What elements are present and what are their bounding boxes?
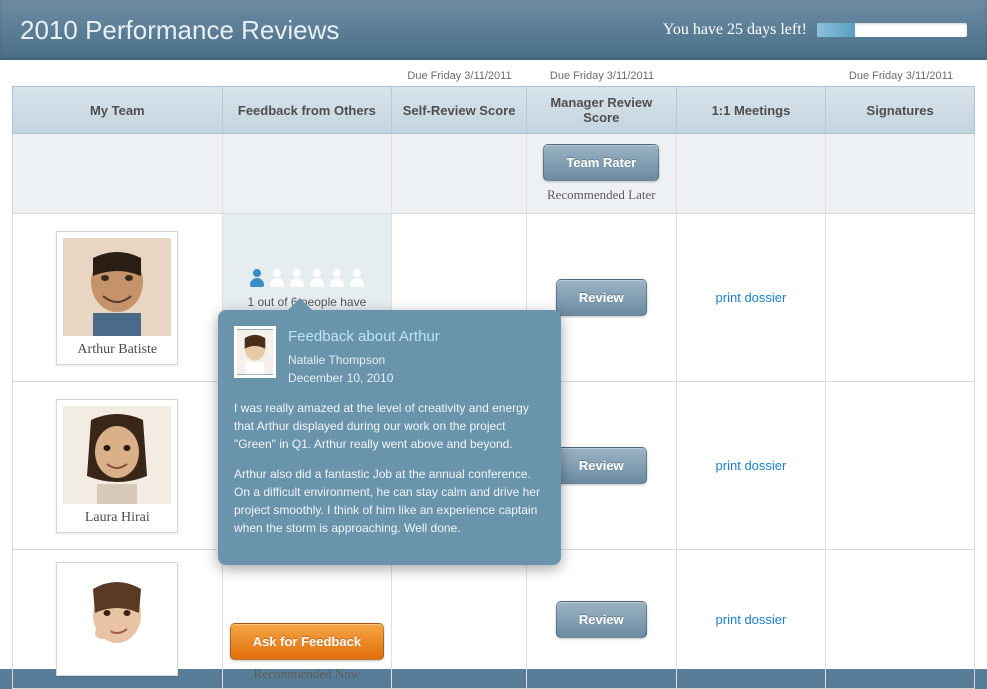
days-left-text: You have 25 days left!: [663, 21, 807, 39]
avatar-card[interactable]: [56, 562, 178, 676]
popup-avatar-image: [234, 326, 276, 378]
app-header: 2010 Performance Reviews You have 25 day…: [0, 0, 987, 60]
avatar-image: [63, 238, 171, 336]
review-button[interactable]: Review: [556, 279, 647, 316]
popup-date: December 10, 2010: [288, 369, 440, 387]
print-dossier-link[interactable]: print dossier: [716, 612, 787, 627]
col-manager-score[interactable]: Manager Review Score: [527, 87, 677, 133]
due-manager-review: Due Friday 3/11/2011: [527, 70, 677, 82]
due-signatures: Due Friday 3/11/2011: [827, 70, 975, 82]
col-meetings[interactable]: 1:1 Meetings: [677, 87, 827, 133]
table-row: Ask for Feedback Recommended Now Review …: [12, 550, 975, 689]
review-button[interactable]: Review: [556, 601, 647, 638]
due-date-row: Due Friday 3/11/2011 Due Friday 3/11/201…: [12, 70, 975, 86]
feedback-people-icons: [249, 269, 365, 287]
person-icon: [309, 269, 325, 287]
col-feedback[interactable]: Feedback from Others: [223, 87, 393, 133]
days-left-widget: You have 25 days left!: [663, 21, 967, 39]
avatar-image: [63, 569, 171, 667]
avatar-name: Laura Hirai: [63, 510, 171, 526]
days-left-progress: [817, 23, 967, 37]
person-icon: [269, 269, 285, 287]
person-icon: [249, 269, 265, 287]
popup-body: I was really amazed at the level of crea…: [234, 399, 545, 537]
feedback-popup: Feedback about Arthur Natalie Thompson D…: [218, 310, 561, 565]
print-dossier-link[interactable]: print dossier: [716, 290, 787, 305]
person-icon: [349, 269, 365, 287]
review-button[interactable]: Review: [556, 447, 647, 484]
popup-paragraph: Arthur also did a fantastic Job at the a…: [234, 465, 545, 537]
person-icon: [329, 269, 345, 287]
avatar-card[interactable]: Arthur Batiste: [56, 231, 178, 365]
avatar-name: Arthur Batiste: [63, 342, 171, 358]
recommended-now-text: Recommended Now: [254, 666, 361, 682]
popup-paragraph: I was really amazed at the level of crea…: [234, 399, 545, 453]
ask-feedback-button[interactable]: Ask for Feedback: [230, 623, 384, 660]
popup-title: Feedback about Arthur: [288, 326, 440, 349]
recommended-later-text: Recommended Later: [531, 187, 672, 203]
popup-author: Natalie Thompson: [288, 351, 440, 369]
col-my-team[interactable]: My Team: [13, 87, 223, 133]
team-rater-button[interactable]: Team Rater: [543, 144, 659, 181]
print-dossier-link[interactable]: print dossier: [716, 458, 787, 473]
avatar-card[interactable]: Laura Hirai: [56, 399, 178, 533]
person-icon: [289, 269, 305, 287]
col-self-score[interactable]: Self-Review Score: [392, 87, 527, 133]
subheader-row: Team Rater Recommended Later: [12, 134, 975, 214]
due-self-review: Due Friday 3/11/2011: [392, 70, 527, 82]
progress-fill: [817, 23, 855, 37]
table-header: My Team Feedback from Others Self-Review…: [12, 86, 975, 134]
page-title: 2010 Performance Reviews: [20, 15, 663, 46]
col-signatures[interactable]: Signatures: [826, 87, 974, 133]
avatar-image: [63, 406, 171, 504]
